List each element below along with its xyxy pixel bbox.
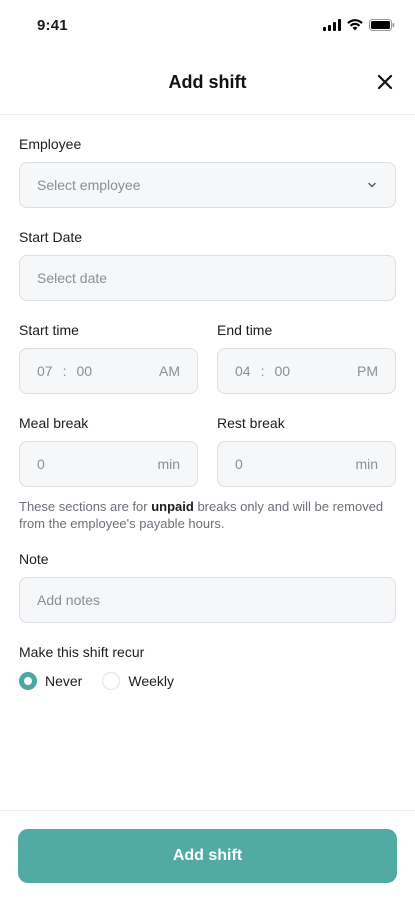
recur-option-weekly[interactable]: Weekly	[102, 672, 174, 690]
rest-break-unit: min	[355, 456, 378, 472]
status-icons	[323, 19, 395, 31]
start-time-hour[interactable]: 07	[37, 363, 53, 379]
recur-option-label: Weekly	[128, 673, 175, 689]
recur-label: Make this shift recur	[19, 644, 145, 660]
note-placeholder: Add notes	[37, 592, 101, 608]
close-button[interactable]	[373, 70, 397, 94]
employee-select[interactable]: Select employee	[19, 162, 396, 208]
rest-break-label: Rest break	[217, 415, 285, 431]
start-time-minute[interactable]: 00	[76, 363, 92, 379]
meal-break-value: 0	[37, 456, 45, 472]
note-field[interactable]: Add notes	[19, 577, 396, 623]
battery-icon	[369, 19, 395, 31]
note-label: Note	[19, 551, 49, 567]
wifi-icon	[347, 19, 363, 31]
status-bar: 9:41	[0, 0, 415, 50]
start-time-period[interactable]: AM	[159, 363, 180, 379]
end-time-separator: :	[260, 363, 265, 379]
chevron-down-icon	[368, 182, 376, 188]
rest-break-value: 0	[235, 456, 243, 472]
add-shift-button[interactable]: Add shift	[18, 829, 397, 883]
recur-option-never[interactable]: Never	[19, 672, 82, 690]
meal-break-unit: min	[157, 456, 180, 472]
header: Add shift	[0, 50, 415, 115]
rest-break-field[interactable]: 0 min	[217, 441, 396, 487]
helper-emphasis: unpaid	[151, 499, 194, 514]
employee-placeholder: Select employee	[37, 177, 141, 193]
breaks-helper-text: These sections are for unpaid breaks onl…	[19, 499, 384, 531]
start-time-label: Start time	[19, 322, 79, 338]
end-time-period[interactable]: PM	[357, 363, 378, 379]
start-date-field[interactable]: Select date	[19, 255, 396, 301]
end-time-minute[interactable]: 00	[274, 363, 290, 379]
meal-break-label: Meal break	[19, 415, 89, 431]
meal-break-field[interactable]: 0 min	[19, 441, 198, 487]
employee-label: Employee	[19, 136, 82, 152]
start-time-separator: :	[62, 363, 67, 379]
start-time-field[interactable]: 07 : 00 AM	[19, 348, 198, 394]
footer: Add shift	[0, 810, 415, 900]
signal-icon	[323, 19, 341, 31]
page-title: Add shift	[168, 71, 247, 92]
recur-options: Never Weekly	[19, 672, 396, 690]
start-date-placeholder: Select date	[37, 270, 108, 286]
radio-unselected-icon[interactable]	[102, 672, 121, 690]
end-time-hour[interactable]: 04	[235, 363, 251, 379]
radio-selected-icon[interactable]	[19, 672, 37, 690]
end-time-field[interactable]: 04 : 00 PM	[217, 348, 396, 394]
start-date-label: Start Date	[19, 229, 83, 245]
close-icon	[377, 74, 393, 90]
status-time: 9:41	[37, 16, 68, 34]
recur-option-label: Never	[45, 673, 83, 689]
shift-form: Employee Select employee Start Date Sele…	[0, 136, 415, 690]
end-time-label: End time	[217, 322, 273, 338]
